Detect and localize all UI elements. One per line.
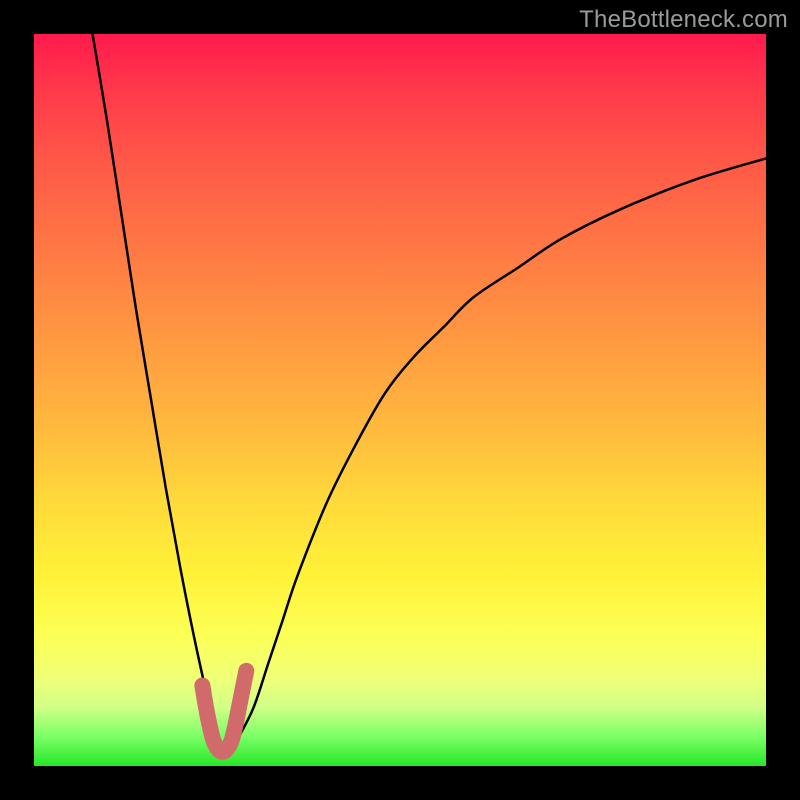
plot-area bbox=[34, 34, 766, 766]
watermark-text: TheBottleneck.com bbox=[579, 6, 788, 34]
chart-svg bbox=[34, 34, 766, 766]
chart-frame: TheBottleneck.com bbox=[0, 0, 800, 800]
bottleneck-curve bbox=[93, 34, 766, 753]
valley-marker bbox=[202, 671, 246, 752]
